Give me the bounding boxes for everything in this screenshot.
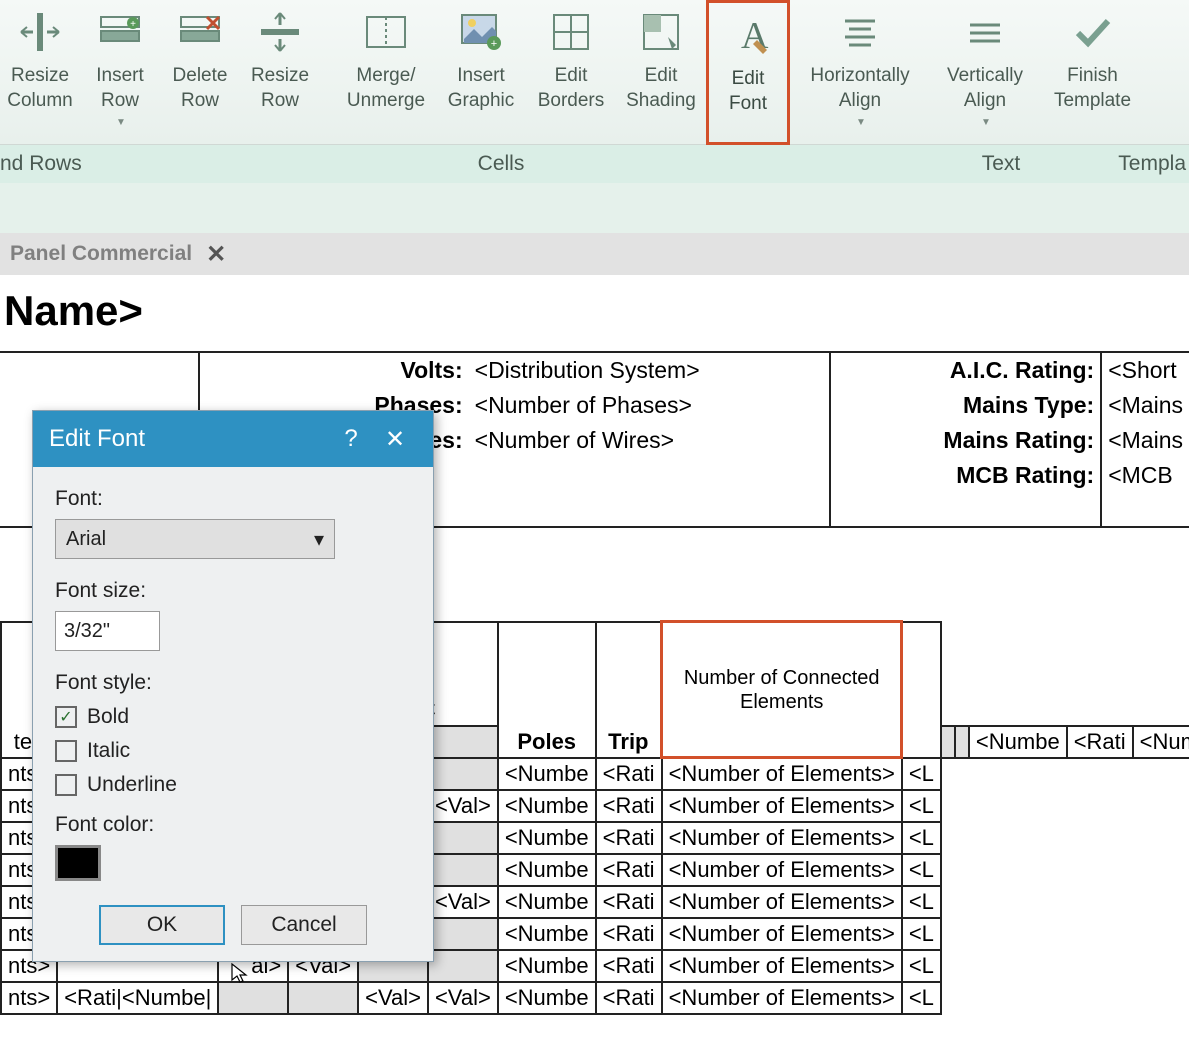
dialog-close-button[interactable]: ✕ [373, 425, 417, 454]
mains-type-label: Mains Type: [830, 388, 1101, 423]
merge-icon [360, 6, 412, 58]
font-select[interactable]: Arial ▾ [55, 519, 335, 559]
dialog-titlebar[interactable]: Edit Font ? ✕ [33, 411, 433, 467]
edit-font-icon: A [722, 9, 774, 61]
dropdown-caret-icon: ▼ [116, 117, 126, 128]
font-color-swatch[interactable] [55, 845, 101, 881]
mains-type-value: <Mains [1101, 388, 1189, 423]
chevron-down-icon: ▾ [314, 527, 324, 552]
italic-checkbox[interactable] [55, 740, 77, 762]
col-trip: Trip [596, 622, 662, 758]
insert-graphic-button[interactable]: + Insert Graphic [436, 0, 526, 145]
aic-label: A.I.C. Rating: [830, 353, 1101, 388]
ribbon-label: Edit Font [729, 67, 767, 116]
halign-icon [834, 6, 886, 58]
ribbon-label: Insert Graphic [448, 64, 515, 113]
group-label-rows: nd Rows [0, 152, 86, 176]
tab-bar: Panel Commercial ✕ [0, 233, 1189, 275]
underline-label: Underline [87, 773, 177, 797]
group-label-cells: Cells [86, 152, 916, 176]
edit-shading-button[interactable]: Edit Shading [616, 0, 706, 145]
template-area: Name> Volts: <Distribution System> A.I.C… [0, 275, 1189, 347]
ribbon-group-labels: nd Rows Cells Text Templa [0, 145, 1189, 183]
dialog-help-button[interactable]: ? [329, 425, 373, 453]
resize-column-icon [14, 6, 66, 58]
volts-value: <Distribution System> [469, 353, 830, 388]
dropdown-caret-icon: ▼ [981, 117, 991, 128]
edit-borders-button[interactable]: Edit Borders [526, 0, 616, 145]
resize-row-button[interactable]: Resize Row [240, 0, 320, 145]
mains-rating-value: <Mains [1101, 423, 1189, 458]
phases-value: <Number of Phases> [469, 388, 830, 423]
insert-row-button[interactable]: + Insert Row ▼ [80, 0, 160, 145]
tab-title: Panel Commercial [10, 242, 192, 266]
ribbon-label: Horizontally Align [810, 64, 909, 113]
svg-text:+: + [491, 38, 497, 50]
font-size-label: Font size: [55, 579, 411, 603]
underline-checkbox[interactable] [55, 774, 77, 796]
doc-background [0, 183, 1189, 233]
font-color-label: Font color: [55, 813, 411, 837]
font-style-label: Font style: [55, 671, 411, 695]
resize-row-icon [254, 6, 306, 58]
table-row[interactable]: nts> <Rati|<Numbe| <Val> <Val> <Numbe <R… [1, 982, 1189, 1014]
ribbon-label: Resize Column [7, 64, 72, 113]
horizontal-align-button[interactable]: Horizontally Align ▼ [790, 0, 930, 145]
group-label-template: Templa [1086, 152, 1186, 176]
dialog-title-text: Edit Font [49, 425, 145, 453]
font-label: Font: [55, 487, 411, 511]
volts-label: Volts: [199, 353, 468, 388]
underline-checkbox-row[interactable]: Underline [55, 773, 411, 797]
ok-button[interactable]: OK [99, 905, 225, 945]
col-connected-elements: Number of Connected Elements [662, 622, 902, 758]
merge-unmerge-button[interactable]: Merge/ Unmerge [336, 0, 436, 145]
col-poles: Poles [498, 622, 596, 758]
ribbon-label: Resize Row [251, 64, 309, 113]
italic-label: Italic [87, 739, 130, 763]
insert-graphic-icon: + [455, 6, 507, 58]
italic-checkbox-row[interactable]: Italic [55, 739, 411, 763]
ribbon-label: Finish Template [1054, 64, 1131, 113]
ribbon-label: Edit Shading [626, 64, 696, 113]
cancel-button[interactable]: Cancel [241, 905, 367, 945]
mcb-value: <MCB [1101, 458, 1189, 493]
mains-rating-label: Mains Rating: [830, 423, 1101, 458]
font-size-value: 3/32" [64, 620, 110, 643]
delete-row-button[interactable]: Delete Row [160, 0, 240, 145]
ribbon-label: Delete Row [173, 64, 228, 113]
resize-column-button[interactable]: Resize Column [0, 0, 80, 145]
font-size-input[interactable]: 3/32" [55, 611, 160, 651]
mcb-label: MCB Rating: [830, 458, 1101, 493]
bold-checkbox-row[interactable]: ✓ Bold [55, 705, 411, 729]
aic-value: <Short [1101, 353, 1189, 388]
ribbon-label: Insert Row [96, 64, 144, 113]
finish-template-button[interactable]: Finish Template [1040, 0, 1145, 145]
svg-text:+: + [130, 19, 136, 30]
bold-checkbox[interactable]: ✓ [55, 706, 77, 728]
wires-value: <Number of Wires> [469, 423, 830, 458]
dropdown-caret-icon: ▼ [856, 117, 866, 128]
ribbon-label: Merge/ Unmerge [347, 64, 425, 113]
valign-icon [959, 6, 1011, 58]
ribbon: Resize Column + Insert Row ▼ Delete Row … [0, 0, 1189, 145]
delete-row-icon [174, 6, 226, 58]
ribbon-label: Vertically Align [947, 64, 1023, 113]
ribbon-label: Edit Borders [538, 64, 605, 113]
panel-name-placeholder: Name> [0, 275, 1189, 347]
edit-font-button[interactable]: A Edit Font [706, 0, 790, 145]
tab-panel-commercial[interactable]: Panel Commercial ✕ [0, 233, 236, 275]
bold-label: Bold [87, 705, 129, 729]
insert-row-icon: + [94, 6, 146, 58]
edit-shading-icon [635, 6, 687, 58]
close-tab-icon[interactable]: ✕ [206, 240, 226, 269]
font-select-value: Arial [66, 528, 106, 551]
vertical-align-button[interactable]: Vertically Align ▼ [930, 0, 1040, 145]
edit-borders-icon [545, 6, 597, 58]
group-label-text: Text [916, 152, 1086, 176]
edit-font-dialog: Edit Font ? ✕ Font: Arial ▾ Font size: 3… [32, 410, 434, 962]
finish-icon [1067, 6, 1119, 58]
